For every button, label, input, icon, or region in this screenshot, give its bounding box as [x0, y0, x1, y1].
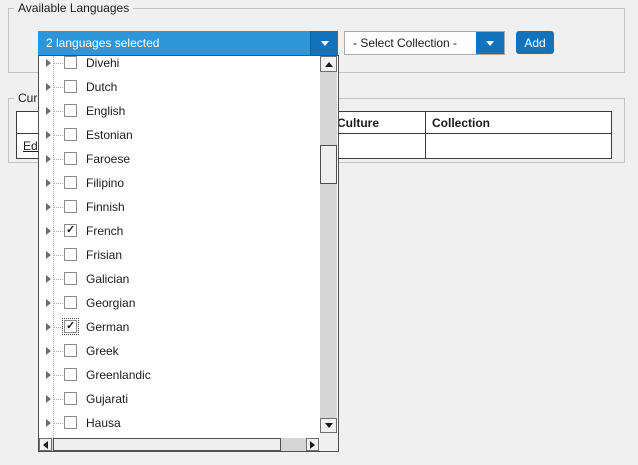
language-label: Gujarati: [86, 387, 128, 411]
expand-arrow-icon[interactable]: [46, 179, 51, 187]
language-tree-item[interactable]: Finnish: [39, 195, 319, 219]
language-label: Frisian: [86, 243, 122, 267]
language-settings-screen: Available Languages 2 languages selected…: [0, 0, 638, 465]
language-checkbox[interactable]: [64, 152, 77, 165]
language-tree-item[interactable]: Hausa: [39, 411, 319, 435]
language-label: Divehi: [86, 56, 119, 75]
language-tree-item[interactable]: Filipino: [39, 171, 319, 195]
language-label: Greek: [86, 339, 119, 363]
cell-culture: [331, 134, 426, 158]
languages-multiselect-dropdown[interactable]: 2 languages selected: [38, 31, 338, 55]
language-label: Dutch: [86, 75, 117, 99]
languages-dropdown-panel: Divehi Dutch English Estonian Faroese Fi…: [38, 55, 339, 452]
expand-arrow-icon[interactable]: [46, 227, 51, 235]
horizontal-scrollbar[interactable]: [39, 438, 319, 451]
scroll-left-button[interactable]: [39, 438, 52, 451]
language-tree-item[interactable]: Frisian: [39, 243, 319, 267]
language-tree-item[interactable]: Greenlandic: [39, 363, 319, 387]
scroll-right-button[interactable]: [306, 438, 319, 451]
language-tree-item[interactable]: Greek: [39, 339, 319, 363]
languages-selection-summary: 2 languages selected: [38, 36, 310, 50]
language-checkbox[interactable]: [64, 176, 77, 189]
language-checkbox[interactable]: [64, 368, 77, 381]
language-checkbox[interactable]: [64, 80, 77, 93]
language-tree-item[interactable]: Georgian: [39, 291, 319, 315]
expand-arrow-icon[interactable]: [46, 395, 51, 403]
language-checkbox[interactable]: [64, 392, 77, 405]
language-checkbox[interactable]: [64, 296, 77, 309]
language-checkbox[interactable]: [64, 320, 77, 333]
expand-arrow-icon[interactable]: [46, 155, 51, 163]
language-label: Georgian: [86, 291, 135, 315]
language-label: Hausa: [86, 411, 121, 435]
language-label: Faroese: [86, 147, 130, 171]
expand-arrow-icon[interactable]: [46, 299, 51, 307]
scroll-up-button[interactable]: [320, 56, 337, 72]
vertical-scrollbar[interactable]: [320, 56, 337, 433]
expand-arrow-icon[interactable]: [46, 131, 51, 139]
language-label: German: [86, 315, 129, 339]
expand-arrow-icon[interactable]: [46, 419, 51, 427]
expand-arrow-icon[interactable]: [46, 107, 51, 115]
expand-arrow-icon[interactable]: [46, 371, 51, 379]
scrollbar-corner: [320, 433, 338, 451]
language-tree-item[interactable]: French: [39, 219, 319, 243]
vertical-scrollbar-thumb[interactable]: [320, 145, 337, 184]
expand-arrow-icon[interactable]: [46, 275, 51, 283]
language-tree-item[interactable]: Divehi: [39, 56, 319, 75]
language-checkbox[interactable]: [64, 128, 77, 141]
expand-arrow-icon[interactable]: [46, 59, 51, 67]
expand-arrow-icon[interactable]: [46, 323, 51, 331]
language-checkbox[interactable]: [64, 224, 77, 237]
collection-dropdown[interactable]: - Select Collection -: [344, 31, 505, 55]
expand-arrow-icon[interactable]: [46, 203, 51, 211]
available-languages-title: Available Languages: [14, 1, 133, 15]
language-label: Greenlandic: [86, 363, 151, 387]
language-checkbox[interactable]: [64, 416, 77, 429]
language-label: Galician: [86, 267, 129, 291]
language-label: English: [86, 99, 125, 123]
chevron-down-icon[interactable]: [476, 32, 504, 54]
horizontal-scrollbar-thumb[interactable]: [53, 438, 281, 451]
expand-arrow-icon[interactable]: [46, 251, 51, 259]
language-tree-item[interactable]: Estonian: [39, 123, 319, 147]
language-tree-item[interactable]: Faroese: [39, 147, 319, 171]
collection-placeholder: - Select Collection -: [345, 36, 476, 50]
language-checkbox[interactable]: [64, 344, 77, 357]
language-label: Estonian: [86, 123, 133, 147]
header-cell-culture: Culture: [331, 112, 426, 134]
language-tree-item[interactable]: English: [39, 99, 319, 123]
language-tree-item[interactable]: Galician: [39, 267, 319, 291]
expand-arrow-icon[interactable]: [46, 83, 51, 91]
language-tree-item[interactable]: German: [39, 315, 319, 339]
language-checkbox[interactable]: [64, 248, 77, 261]
language-tree-item[interactable]: Gujarati: [39, 387, 319, 411]
scroll-down-button[interactable]: [320, 418, 337, 433]
language-label: Finnish: [86, 195, 125, 219]
chevron-down-icon[interactable]: [310, 31, 338, 55]
cell-collection: [426, 134, 611, 158]
language-checkbox[interactable]: [64, 56, 77, 69]
language-tree-item[interactable]: Dutch: [39, 75, 319, 99]
language-checkbox[interactable]: [64, 200, 77, 213]
expand-arrow-icon[interactable]: [46, 347, 51, 355]
language-label: French: [86, 219, 123, 243]
add-button[interactable]: Add: [516, 31, 554, 54]
language-checkbox[interactable]: [64, 104, 77, 117]
header-cell-collection: Collection: [426, 112, 611, 134]
language-checkbox[interactable]: [64, 272, 77, 285]
language-tree: Divehi Dutch English Estonian Faroese Fi…: [39, 56, 319, 438]
language-label: Filipino: [86, 171, 124, 195]
